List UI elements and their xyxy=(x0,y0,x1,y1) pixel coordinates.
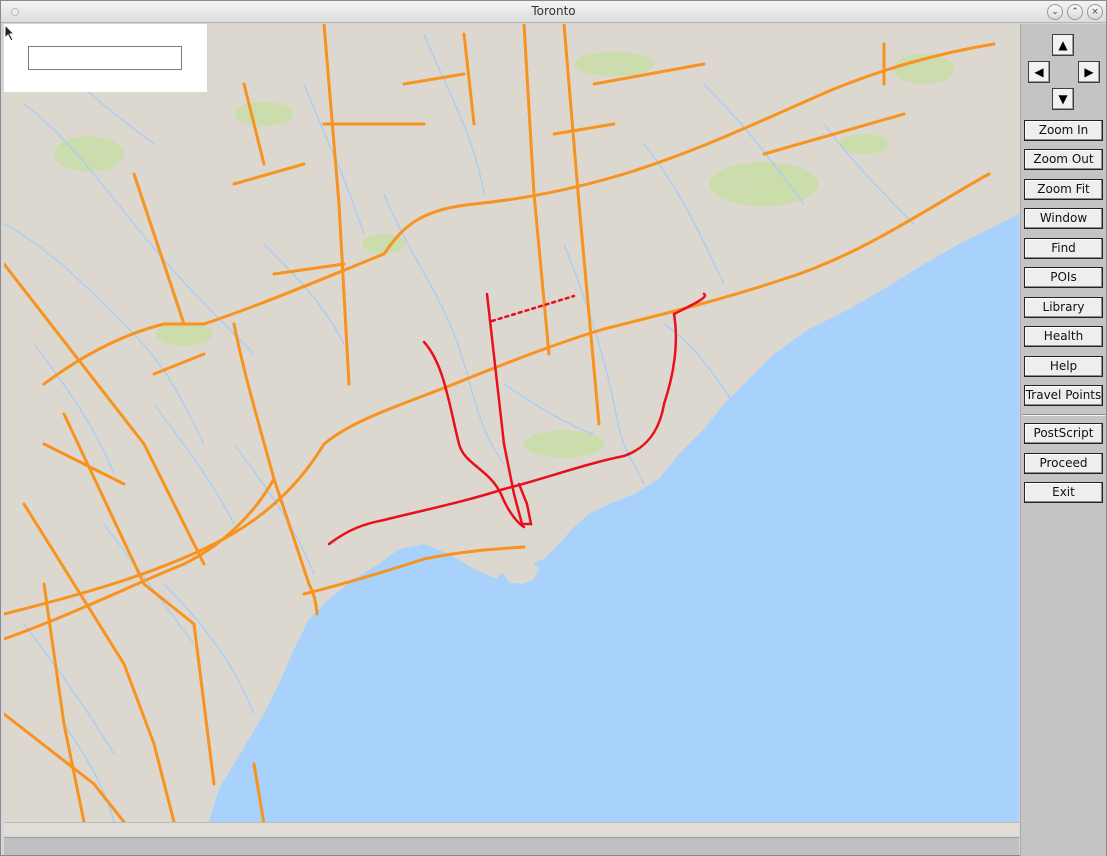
pan-up-button[interactable]: ▲ xyxy=(1052,34,1074,56)
health-button[interactable]: Health xyxy=(1024,326,1103,347)
map-svg xyxy=(4,24,1019,822)
arrow-right-icon: ▶ xyxy=(1084,65,1094,79)
help-button[interactable]: Help xyxy=(1024,356,1103,377)
library-button[interactable]: Library xyxy=(1024,297,1103,318)
pan-left-button[interactable]: ◀ xyxy=(1028,61,1050,83)
zoom-fit-button[interactable]: Zoom Fit xyxy=(1024,179,1103,200)
minimize-icon[interactable]: ⌄ xyxy=(1047,4,1063,20)
close-icon[interactable]: × xyxy=(1087,4,1103,20)
zoom-out-button[interactable]: Zoom Out xyxy=(1024,149,1103,170)
window-title: Toronto xyxy=(531,4,576,18)
arrow-down-icon: ▼ xyxy=(1058,92,1068,106)
arrow-up-icon: ▲ xyxy=(1058,38,1068,52)
proceed-button[interactable]: Proceed xyxy=(1024,453,1103,474)
map-bottom-strip xyxy=(4,822,1019,836)
lake-ontario xyxy=(209,214,1019,822)
pan-right-button[interactable]: ▶ xyxy=(1078,61,1100,83)
maximize-icon[interactable]: ⌃ xyxy=(1067,4,1083,20)
postscript-button[interactable]: PostScript xyxy=(1024,423,1103,444)
control-panel: ▲ ◀ ▶ ▼ Zoom In Zoom Out Zoom Fit Window… xyxy=(1020,24,1106,856)
pan-down-button[interactable]: ▼ xyxy=(1052,88,1074,110)
pois-button[interactable]: POIs xyxy=(1024,267,1103,288)
app-window: Toronto ⌄ ⌃ × ▲ ◀ ▶ ▼ Zoom In Zoom Out Z… xyxy=(0,0,1107,856)
panel-separator xyxy=(1023,414,1105,416)
title-bar: Toronto ⌄ ⌃ × xyxy=(1,1,1106,23)
search-panel xyxy=(4,24,207,92)
arrow-left-icon: ◀ xyxy=(1034,65,1044,79)
zoom-in-button[interactable]: Zoom In xyxy=(1024,120,1103,141)
status-bar xyxy=(4,837,1019,855)
travel-points-button[interactable]: Travel Points xyxy=(1024,385,1103,406)
window-button[interactable]: Window xyxy=(1024,208,1103,229)
search-input[interactable] xyxy=(28,46,182,70)
map-canvas[interactable] xyxy=(4,24,1019,822)
exit-button[interactable]: Exit xyxy=(1024,482,1103,503)
find-button[interactable]: Find xyxy=(1024,238,1103,259)
mouse-pointer-icon xyxy=(4,24,16,42)
